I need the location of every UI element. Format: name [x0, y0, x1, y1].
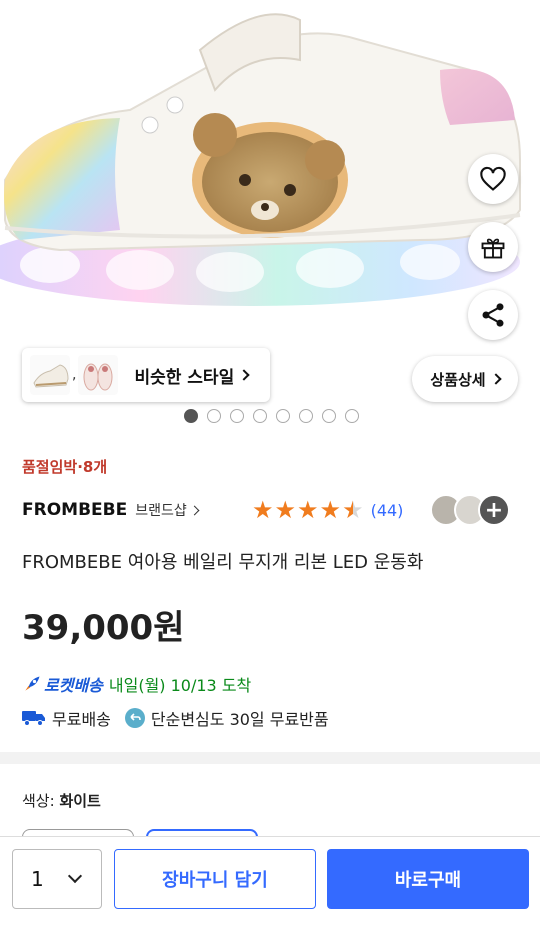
product-price: 39,000원	[22, 608, 185, 648]
review-count[interactable]: (44)	[371, 501, 404, 520]
chevron-right-icon	[189, 505, 200, 515]
bottom-action-bar: 1 장바구니 담기 바로구매	[0, 836, 540, 927]
chevron-right-icon	[238, 369, 250, 381]
brand-shop-link[interactable]: 브랜드샵	[135, 500, 200, 520]
option-color-row: 색상: 화이트	[22, 790, 101, 811]
product-detail-label: 상품상세	[430, 370, 486, 389]
gift-icon	[481, 238, 505, 259]
product-detail-button[interactable]: 상품상세	[412, 356, 518, 402]
section-divider	[0, 752, 540, 764]
shipping-info: 무료배송 단순변심도 30일 무료반품	[22, 706, 329, 730]
star-icon: ★	[274, 496, 297, 524]
option-value: 화이트	[59, 792, 101, 810]
similar-separator: ,	[72, 367, 77, 383]
quantity-value: 1	[31, 867, 44, 891]
star-icon: ★	[319, 496, 342, 524]
similar-style-button[interactable]: , 비슷한 스타일	[22, 348, 270, 402]
similar-thumbnail	[78, 355, 119, 395]
free-return-label: 단순변심도 30일 무료반품	[150, 710, 329, 729]
gift-button[interactable]	[468, 222, 518, 272]
carousel-indicator	[184, 409, 359, 423]
half-star-icon: ★	[342, 496, 364, 524]
rocket-label: 로켓배송	[44, 676, 103, 695]
similar-style-label: 비슷한 스타일	[134, 367, 235, 388]
quantity-select[interactable]: 1	[12, 849, 102, 909]
truck-icon	[22, 711, 45, 726]
carousel-dot[interactable]	[253, 409, 267, 423]
heart-icon	[480, 166, 506, 191]
add-to-cart-button[interactable]: 장바구니 담기	[114, 849, 316, 909]
star-icon: ★	[297, 496, 319, 524]
stock-notice: 품절임박·8개	[22, 458, 108, 476]
arrival-date: 내일(월) 10/13 도착	[108, 676, 252, 695]
free-shipping-label: 무료배송	[52, 710, 111, 729]
carousel-dot[interactable]	[299, 409, 313, 423]
rocket-icon	[25, 676, 40, 691]
rating[interactable]: ★ ★ ★ ★ ★ (44)	[252, 498, 403, 522]
carousel-dot[interactable]	[322, 409, 336, 423]
return-icon	[124, 708, 145, 728]
rocket-delivery-info: 로켓배송 내일(월) 10/13 도착	[22, 672, 251, 696]
product-title: FROMBEBE 여아용 베일리 무지개 리본 LED 운동화	[22, 552, 424, 573]
carousel-dot[interactable]	[276, 409, 290, 423]
option-label: 색상:	[22, 792, 55, 810]
carousel-dot[interactable]	[207, 409, 221, 423]
wishlist-button[interactable]	[468, 154, 518, 204]
carousel-dot[interactable]	[345, 409, 359, 423]
carousel-dot[interactable]	[184, 409, 198, 423]
share-button[interactable]	[468, 290, 518, 340]
similar-thumbnail	[30, 355, 70, 395]
more-photos-button[interactable]: +	[478, 494, 510, 526]
chevron-down-icon	[67, 868, 82, 884]
carousel-dot[interactable]	[230, 409, 244, 423]
chevron-right-icon	[489, 373, 502, 385]
reviewer-photos[interactable]: +	[430, 494, 510, 526]
brand-shop-label: 브랜드샵	[135, 503, 187, 519]
brand-row: FROMBEBE 브랜드샵 ★ ★ ★ ★ ★ (44) +	[22, 494, 518, 526]
brand-name[interactable]: FROMBEBE	[22, 500, 127, 520]
star-icon: ★	[252, 496, 274, 524]
buy-now-button[interactable]: 바로구매	[327, 849, 529, 909]
share-icon	[482, 303, 504, 327]
